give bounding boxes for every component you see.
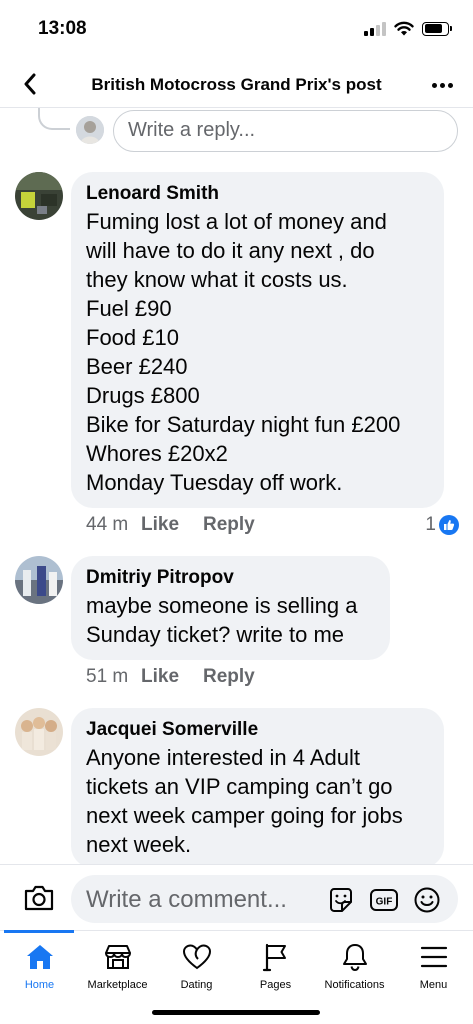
comment-text-line: Drugs £800 — [86, 383, 200, 408]
comment-bubble: Lenoard Smith Fuming lost a lot of money… — [71, 172, 444, 508]
battery-icon — [422, 21, 452, 36]
tab-home[interactable]: Home — [0, 931, 79, 997]
reply-input[interactable]: Write a reply... — [113, 110, 458, 152]
flag-icon — [262, 943, 286, 972]
tab-marketplace[interactable]: Marketplace — [78, 931, 157, 997]
tab-notifications[interactable]: Notifications — [315, 931, 394, 997]
comment-text: maybe someone is selling a Sunday ticket… — [86, 591, 375, 649]
camera-icon — [24, 885, 54, 911]
comment-text-line: Fuel £90 — [86, 296, 172, 321]
bell-icon — [342, 944, 367, 972]
hamburger-icon — [420, 946, 447, 968]
comment-text-line: Anyone interested in 4 Adult — [86, 745, 360, 770]
page-title: British Motocross Grand Prix's post — [91, 75, 382, 94]
reaction-summary[interactable]: 1 — [425, 514, 459, 536]
comment-author[interactable]: Jacquei Somerville — [86, 717, 429, 743]
tab-dating[interactable]: Dating — [157, 931, 236, 997]
comment-text-line: Whores £20x2 — [86, 441, 228, 466]
comment-text-line: Fuming lost a lot of money and — [86, 209, 387, 234]
comment-text-line: they know what it costs us. — [86, 267, 348, 292]
comment-timestamp: 44 m — [86, 514, 129, 535]
bottom-tab-bar: Home Marketplace Dating Pages Notificati… — [0, 930, 473, 1024]
cellular-signal-icon — [364, 21, 386, 36]
comment-actions: 51 m Like Reply — [71, 666, 255, 688]
home-indicator — [152, 1010, 320, 1015]
tab-menu[interactable]: Menu — [394, 931, 473, 997]
sticker-button[interactable] — [326, 885, 356, 915]
tab-label: Dating — [180, 979, 213, 991]
gif-button[interactable]: GIF — [369, 885, 399, 915]
comment-author[interactable]: Lenoard Smith — [86, 181, 429, 207]
reply-button[interactable]: Reply — [203, 514, 255, 536]
status-time: 13:08 — [38, 18, 87, 39]
comment-author[interactable]: Dmitriy Pitropov — [86, 565, 375, 591]
tab-label: Marketplace — [87, 979, 148, 991]
emoji-button[interactable] — [412, 885, 442, 915]
commenter-avatar[interactable] — [15, 172, 63, 220]
camera-button[interactable] — [23, 883, 55, 913]
comment-bubble: Dmitriy Pitropov maybe someone is sellin… — [71, 556, 390, 660]
comment-text: Anyone interested in 4 Adult tickets an … — [86, 743, 429, 859]
comment-input[interactable]: Write a comment... GIF — [71, 875, 458, 923]
comment-actions: 44 m Like Reply — [71, 514, 255, 536]
comment-text-line: will have to do it any next , do — [86, 238, 375, 263]
reaction-count: 1 — [425, 514, 436, 535]
more-options-button[interactable] — [427, 71, 457, 99]
tab-label: Home — [24, 979, 55, 991]
commenter-avatar[interactable] — [15, 708, 63, 756]
comment-text-line: Monday Tuesday off work. — [86, 470, 343, 495]
tab-label: Pages — [259, 979, 292, 991]
marketplace-icon — [104, 945, 131, 969]
comment-text-line: next week camper going for jobs — [86, 803, 403, 828]
comment-timestamp: 51 m — [86, 666, 129, 687]
comment-text-line: tickets an VIP camping can’t go — [86, 774, 393, 799]
comment-text-line: Bike for Saturday night fun £200 — [86, 412, 401, 437]
svg-text:GIF: GIF — [376, 897, 393, 908]
like-button[interactable]: Like — [141, 666, 203, 688]
comment-text-line: Sunday ticket? write to me — [86, 622, 345, 647]
comment-text-line: next week. — [86, 832, 192, 857]
status-icons — [364, 21, 452, 36]
comment-bubble: Jacquei Somerville Anyone interested in … — [71, 708, 444, 868]
comment-text-line: maybe someone is selling a — [86, 593, 358, 618]
sticker-icon — [330, 888, 352, 912]
smiley-icon — [414, 887, 440, 913]
thumbs-up-icon — [439, 515, 459, 535]
tab-label: Notifications — [324, 979, 385, 991]
post-header: British Motocross Grand Prix's post — [0, 62, 473, 108]
home-icon — [26, 945, 53, 969]
reply-button[interactable]: Reply — [203, 666, 255, 688]
gif-icon: GIF — [370, 889, 398, 911]
tab-pages[interactable]: Pages — [236, 931, 315, 997]
thread-connector — [38, 108, 70, 130]
user-avatar — [76, 116, 104, 144]
tab-label: Menu — [419, 979, 448, 991]
comment-text: Fuming lost a lot of money and will have… — [86, 207, 429, 497]
status-bar: 13:08 — [0, 0, 473, 60]
comment-placeholder: Write a comment... — [86, 886, 287, 913]
like-button[interactable]: Like — [141, 514, 203, 536]
comment-composer: Write a comment... GIF — [0, 864, 473, 930]
comment-text-line: Food £10 — [86, 325, 179, 350]
comment-text-line: Beer £240 — [86, 354, 188, 379]
heart-icon — [182, 944, 211, 970]
wifi-icon — [394, 21, 414, 36]
commenter-avatar[interactable] — [15, 556, 63, 604]
